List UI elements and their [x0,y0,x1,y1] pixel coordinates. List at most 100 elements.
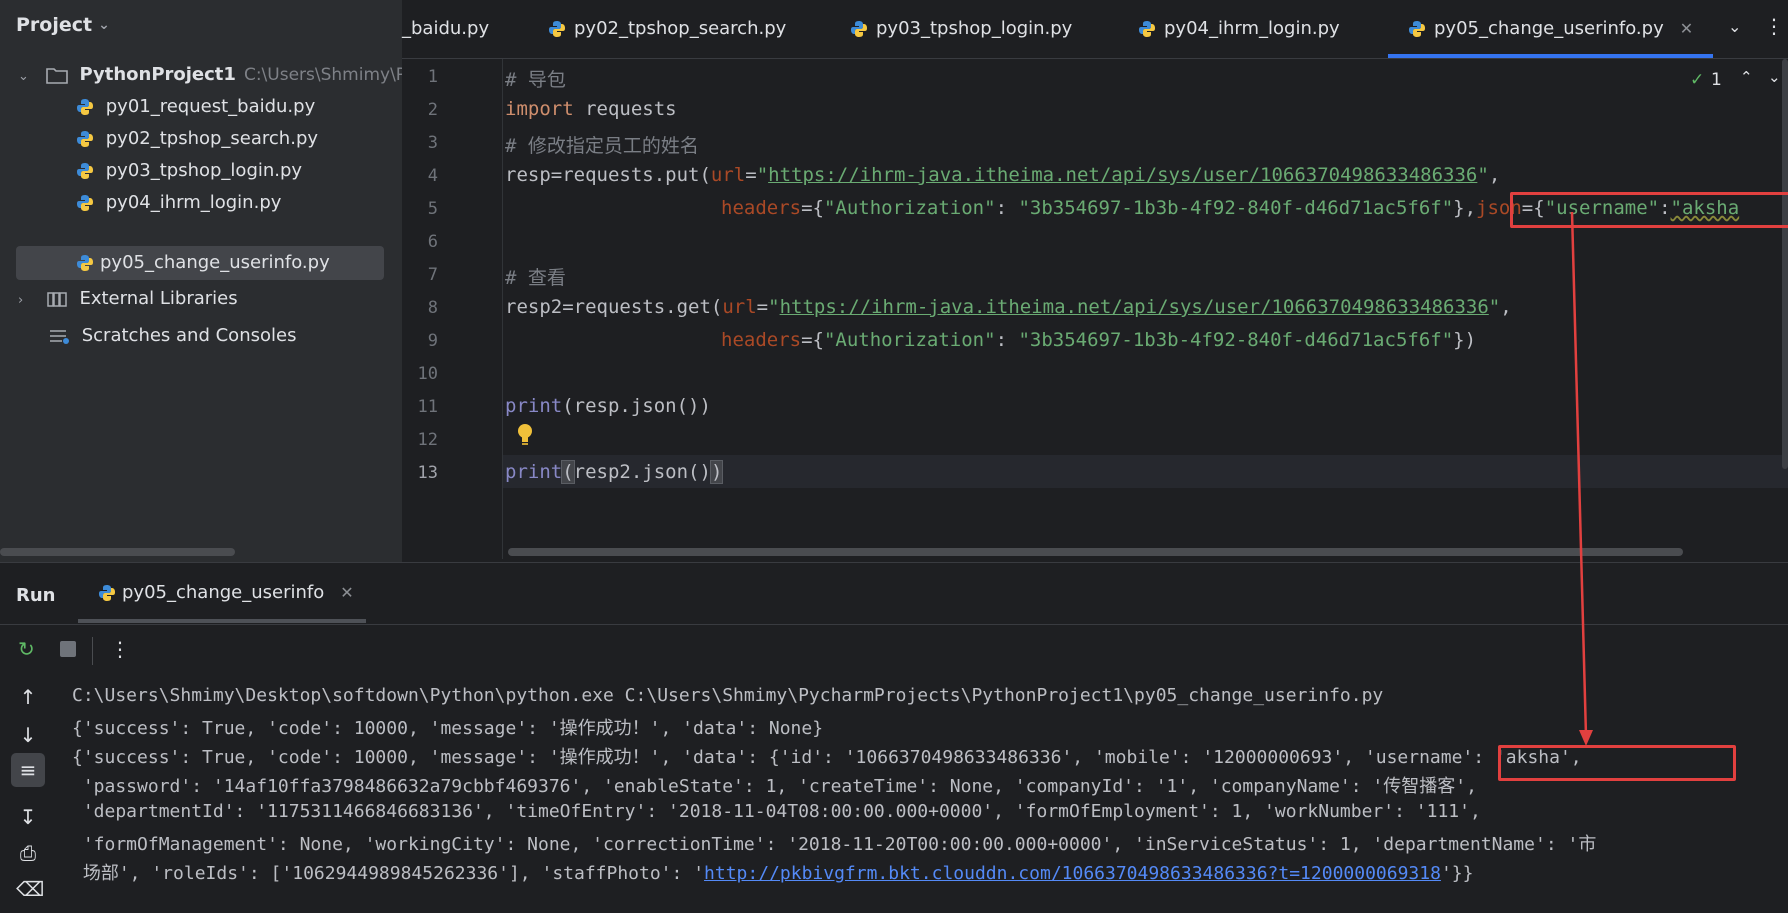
project-view-selector[interactable]: Project ⌄ [16,14,110,36]
line-number: 1 [427,67,438,87]
python-file-icon [1409,21,1425,37]
tree-root-project[interactable]: ⌄ PythonProject1 C:\Users\Shmimy\Pyc [18,58,425,92]
line-number: 6 [427,232,438,252]
soft-wrap-icon[interactable]: ≡ [11,753,45,787]
tree-scratches[interactable]: Scratches and Consoles [48,319,296,353]
line-number-gutter: 1 2 3 4 5 6 7 8 9 10 11 12 13 [402,59,502,559]
more-options-icon[interactable]: ⋮ [110,637,130,661]
builtin-function: print [505,461,563,483]
rerun-icon[interactable]: ↻ [18,637,35,661]
tab-py02[interactable]: py02_tpshop_search.py [548,0,786,58]
more-options-icon[interactable]: ⋮ [1764,14,1784,38]
string: "Authorization" [823,329,996,351]
console-line: C:\Users\Shmimy\Desktop\softdown\Python\… [72,685,1384,706]
tree-file-item[interactable]: py03_tpshop_login.py [76,154,302,188]
arrow-down-icon[interactable]: ↓ [16,723,40,747]
builtin-function: print [505,395,563,417]
url-link[interactable]: https://ihrm-java.itheima.net/api/sys/us… [768,164,1477,186]
comment: # 修改指定员工的姓名 [505,135,699,157]
param-name: url [722,296,757,318]
url-link[interactable]: https://ihrm-java.itheima.net/api/sys/us… [780,296,1489,318]
project-root-path: C:\Users\Shmimy\Pyc [243,65,426,85]
python-file-icon [851,21,867,37]
code-line-7: # 查看 [505,263,566,290]
line-number: 3 [427,133,438,153]
line-number: 10 [417,364,438,384]
tree-file-item[interactable]: py04_ihrm_login.py [76,186,281,220]
file-name: py05_change_userinfo.py [100,252,330,273]
tree-file-item-selected[interactable]: py05_change_userinfo.py [16,246,384,280]
tab-py05-active[interactable]: py05_change_userinfo.py ✕ [1388,0,1714,58]
code-text: resp=requests.put( [505,164,711,186]
annotation-box-json [1510,192,1788,228]
run-panel: Run py05_change_userinfo ✕ ↻ ⋮ ↑ ↓ ≡ ↧ ⎙ … [0,562,1788,913]
string-quote: " [768,296,780,318]
run-side-toolbar: ↑ ↓ ≡ ↧ ⎙ ⌫ [0,677,56,913]
chevron-up-icon[interactable]: ⌃ [1740,68,1753,86]
param-name: url [710,164,746,186]
tab-py03[interactable]: py03_tpshop_login.py [850,0,1072,58]
line-number: 7 [427,265,438,285]
close-icon[interactable]: ✕ [1680,19,1693,38]
file-name: py03_tpshop_login.py [105,160,303,181]
param-name: headers [721,197,802,219]
folder-icon [45,68,68,84]
code-text: = [745,164,757,186]
python-file-icon [1139,21,1155,37]
comment: # 导包 [505,69,566,91]
inspection-count: 1 [1711,70,1722,90]
code-line-8: resp2=requests.get(url="https://ihrm-jav… [505,296,1512,318]
string: "Authorization" [823,197,996,219]
arrow-up-icon[interactable]: ↑ [16,685,40,709]
console-line: {'success': True, 'code': 10000, 'messag… [72,747,1582,768]
code-text: resp2=requests.get( [505,296,723,318]
code-text: , [1500,296,1512,318]
code-text: ={ [801,197,824,219]
console-line: 'departmentId': '1175311466846683136', '… [72,801,1481,822]
code-text: requests [573,98,677,120]
run-config-tab[interactable]: py05_change_userinfo ✕ [78,563,366,623]
chevron-down-icon[interactable]: ⌄ [1768,68,1781,86]
comment: # 查看 [505,267,566,289]
tab-label: py03_tpshop_login.py [876,18,1073,39]
tree-file-item[interactable]: py01_request_baidu.py [76,90,315,124]
editor-horizontal-scrollbar[interactable] [508,548,1683,556]
project-horizontal-scrollbar[interactable] [0,548,235,556]
tree-external-libraries[interactable]: › External Libraries [18,282,238,316]
chevron-down-icon[interactable]: ⌄ [18,60,34,94]
run-panel-title: Run [16,585,56,606]
stop-icon[interactable] [60,641,76,657]
tab-py01[interactable]: _baidu.py [402,0,489,58]
tab-label: _baidu.py [402,18,490,39]
line-number-current: 13 [417,463,438,483]
scroll-to-end-icon[interactable]: ↧ [16,805,40,829]
staff-photo-link[interactable]: http://pkbivgfrm.bkt.clouddn.com/1066370… [704,863,1441,884]
line-number: 11 [417,397,438,417]
chevron-down-icon[interactable]: ⌄ [1728,17,1741,36]
tab-py04[interactable]: py04_ihrm_login.py [1138,0,1340,58]
editor-tab-bar: _baidu.py py02_tpshop_search.py py03_tps… [402,0,1788,59]
editor-vertical-scrollbar[interactable] [1782,59,1788,469]
project-panel: Project ⌄ ⌄ PythonProject1 C:\Users\Shmimy… [0,0,425,562]
checkmark-icon[interactable]: ✓ [1690,70,1704,90]
code-line-2: import requests [505,98,677,120]
code-text: , [1488,164,1501,186]
code-line-11: print(resp.json()) [505,395,711,417]
python-file-icon [77,195,93,211]
console-text: 场部', 'roleIds': ['1062944989845262336'],… [72,863,705,884]
code-text: }, [1453,197,1477,219]
tree-file-item[interactable]: py02_tpshop_search.py [76,122,318,156]
print-icon[interactable]: ⎙ [16,841,40,865]
console-line: {'success': True, 'code': 10000, 'messag… [72,718,824,739]
string-quote: " [1488,296,1501,318]
python-file-icon [549,21,565,37]
chevron-right-icon[interactable]: › [18,284,34,318]
code-text: : [995,197,1019,219]
code-editor[interactable]: # 导包 import requests # 修改指定员工的姓名 resp=re… [503,59,1788,559]
run-toolbar: ↻ ⋮ [0,624,1788,677]
close-icon[interactable]: ✕ [340,583,353,602]
python-file-icon [77,163,93,179]
console-output[interactable]: C:\Users\Shmimy\Desktop\softdown\Python\… [72,677,1788,913]
lightbulb-icon[interactable] [515,422,535,446]
trash-icon[interactable]: ⌫ [16,877,44,901]
